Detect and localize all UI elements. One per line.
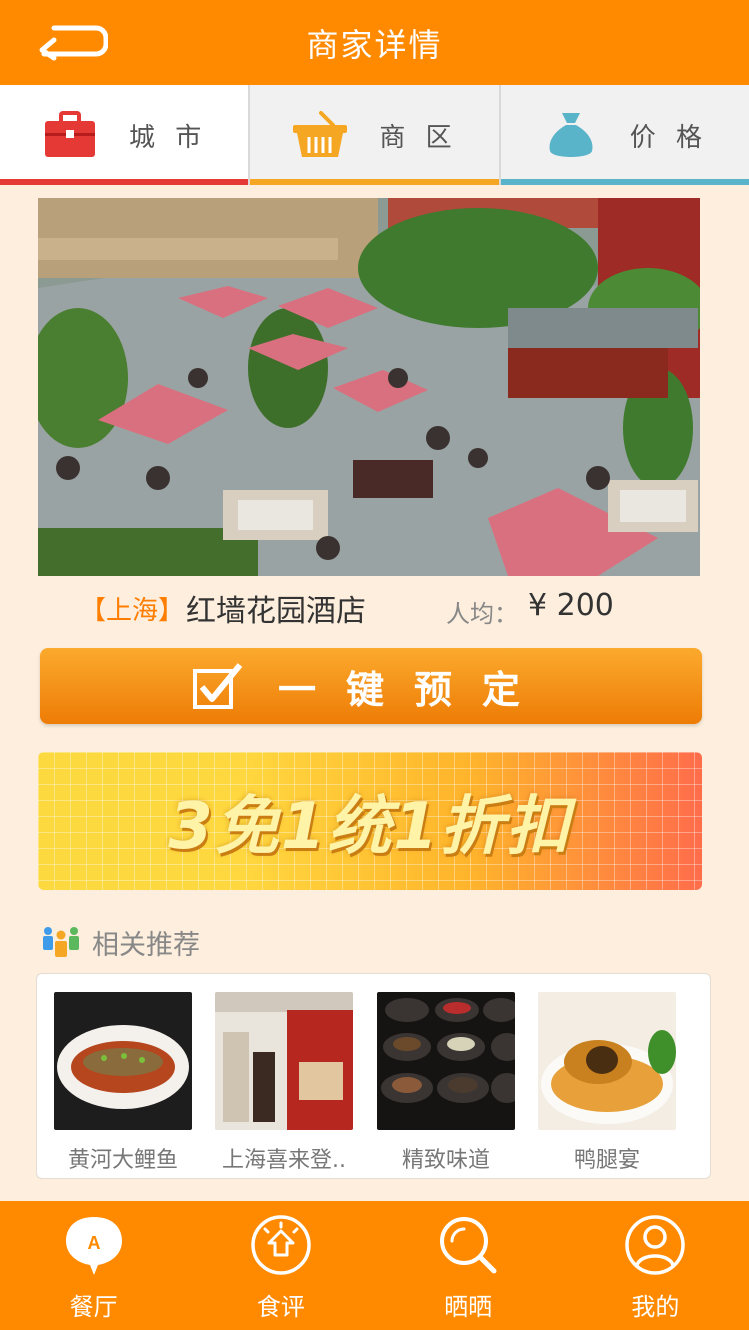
top-bar: 商家详情	[0, 0, 749, 85]
merchant-photo[interactable]	[38, 198, 700, 576]
related-item-image	[377, 992, 523, 1130]
nav-share-label: 晒晒	[444, 1293, 493, 1321]
svg-text:A: A	[87, 1233, 100, 1253]
nav-restaurant[interactable]: A 餐厅	[0, 1201, 187, 1330]
tab-city-underline	[0, 179, 249, 185]
nav-restaurant-label: 餐厅	[69, 1293, 118, 1321]
search-icon	[440, 1217, 497, 1274]
user-icon	[625, 1215, 686, 1275]
review-icon	[251, 1215, 311, 1275]
related-item-image	[215, 992, 353, 1130]
related-item-image	[538, 992, 676, 1130]
avg-price-value: ¥ 200	[528, 588, 614, 623]
tab-city-label: 城 市	[129, 122, 208, 153]
related-item-duck[interactable]: 鸭腿宴	[538, 992, 676, 1174]
avg-price-label: 人均：	[446, 600, 518, 628]
related-item-fish[interactable]: 黄河大鲤鱼	[54, 992, 192, 1174]
tab-district-label: 商 区	[379, 122, 458, 153]
tab-price-underline	[500, 179, 749, 185]
related-list: 黄河大鲤鱼 上海喜来登.. 精致味道 鸭腿宴	[36, 973, 711, 1179]
filter-tabs: 城 市 商 区 价 格	[0, 85, 749, 185]
checkbox-icon	[192, 663, 243, 709]
tab-city[interactable]: 城 市	[0, 85, 251, 185]
page-title: 商家详情	[306, 26, 443, 64]
bottom-nav: A 餐厅 食评 晒晒 我的	[0, 1201, 749, 1330]
merchant-info: 【上海】 红墙花园酒店 人均： ¥ 200	[0, 584, 749, 634]
money-bag-icon	[549, 113, 593, 157]
related-item-name: 黄河大鲤鱼	[67, 1148, 178, 1173]
tab-district-underline	[250, 179, 499, 185]
briefcase-icon	[45, 111, 96, 157]
related-item-name: 鸭腿宴	[573, 1148, 640, 1173]
restaurant-bubble-icon: A	[65, 1217, 122, 1275]
related-item-flavors[interactable]: 精致味道	[377, 992, 523, 1174]
promo-banner[interactable]: 3免1统1折扣	[38, 752, 702, 890]
related-item-name: 精致味道	[401, 1148, 490, 1173]
merchant-city: 【上海】	[80, 596, 185, 626]
people-icon	[43, 927, 79, 957]
nav-share[interactable]: 晒晒	[375, 1201, 562, 1330]
nav-me[interactable]: 我的	[562, 1201, 749, 1330]
merchant-name: 红墙花园酒店	[186, 594, 366, 629]
book-button-label: 一键预定	[277, 667, 550, 712]
related-item-image	[54, 992, 192, 1130]
one-click-book-button[interactable]: 一键预定	[40, 648, 702, 724]
tab-price-label: 价 格	[629, 122, 708, 153]
basket-icon	[293, 111, 348, 157]
nav-review[interactable]: 食评	[187, 1201, 374, 1330]
tab-price[interactable]: 价 格	[500, 85, 749, 185]
nav-me-label: 我的	[631, 1293, 680, 1321]
nav-review-label: 食评	[256, 1293, 305, 1321]
related-title: 相关推荐	[92, 929, 200, 961]
related-header: 相关推荐	[40, 922, 200, 962]
tab-district[interactable]: 商 区	[250, 85, 501, 185]
related-item-name: 上海喜来登..	[222, 1148, 346, 1173]
related-item-sheraton[interactable]: 上海喜来登..	[215, 992, 353, 1174]
promo-text: 3免1统1折扣	[168, 790, 572, 864]
